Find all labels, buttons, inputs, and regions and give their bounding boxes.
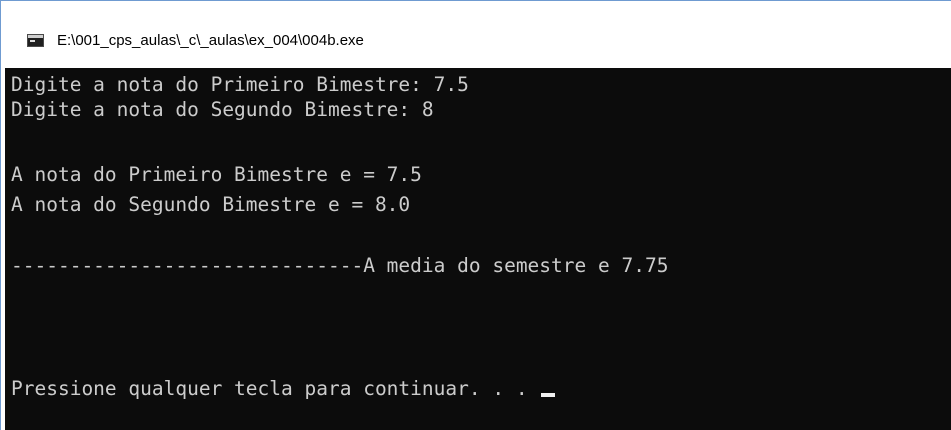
console-app-icon[interactable]: [27, 34, 44, 47]
text-cursor: [541, 393, 556, 397]
console-line-4: A nota do Segundo Bimestre e = 8.0: [11, 193, 411, 216]
window-title: E:\001_cps_aulas\_c\_aulas\ex_004\004b.e…: [57, 32, 364, 49]
console-line-5: ------------------------------A media do…: [11, 254, 669, 277]
console-line-3: A nota do Primeiro Bimestre e = 7.5: [11, 163, 422, 186]
console-prompt-text: Pressione qualquer tecla para continuar.…: [11, 377, 540, 400]
title-bar[interactable]: E:\001_cps_aulas\_c\_aulas\ex_004\004b.e…: [1, 1, 951, 68]
console-window: E:\001_cps_aulas\_c\_aulas\ex_004\004b.e…: [0, 0, 951, 430]
console-output[interactable]: Digite a nota do Primeiro Bimestre: 7.5 …: [5, 68, 951, 430]
console-line-2: Digite a nota do Segundo Bimestre: 8: [11, 98, 434, 121]
console-line-1: Digite a nota do Primeiro Bimestre: 7.5: [11, 73, 469, 96]
console-prompt-line: Pressione qualquer tecla para continuar.…: [11, 377, 556, 400]
